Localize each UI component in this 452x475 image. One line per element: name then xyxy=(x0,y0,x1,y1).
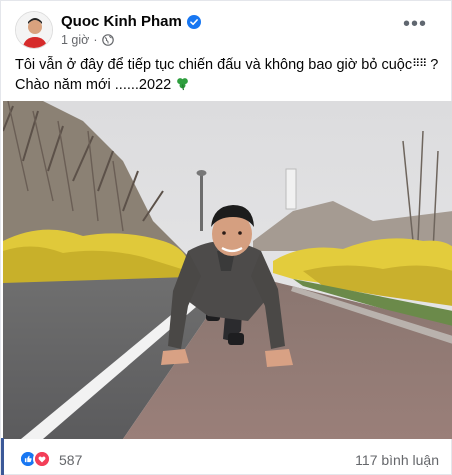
author-name-text[interactable]: Quoc Kinh Pham xyxy=(61,13,182,30)
more-options-icon[interactable]: ••• xyxy=(403,14,427,34)
love-reaction-icon xyxy=(33,450,51,468)
post-text-second: Chào năm mới ......2022 xyxy=(15,76,172,93)
post-text: Tôi vẫn ở đây để tiếp tục chiến đấu và k… xyxy=(15,55,440,95)
post-text-line-2: Chào năm mới ......2022 xyxy=(15,76,440,96)
clover-emoji-icon xyxy=(177,77,189,90)
comment-count-link[interactable]: 117 bình luận xyxy=(355,452,439,468)
post-footer: 587 117 bình luận xyxy=(1,441,452,475)
reaction-icons[interactable] xyxy=(19,450,51,468)
emoji-dots: ⠿⠿ xyxy=(412,58,427,70)
verified-badge-icon xyxy=(186,14,201,29)
post-meta: 1 giờ · xyxy=(61,33,114,47)
reaction-count[interactable]: 587 xyxy=(59,452,82,468)
post-time[interactable]: 1 giờ xyxy=(61,33,89,47)
post-text-line-1: Tôi vẫn ở đây để tiếp tục chiến đấu và k… xyxy=(15,55,440,76)
post-photo-image xyxy=(3,101,452,439)
post-text-end: ? xyxy=(430,57,439,73)
meta-separator: · xyxy=(93,33,98,47)
author-name[interactable]: Quoc Kinh Pham xyxy=(61,13,201,30)
globe-icon xyxy=(101,34,114,46)
author-avatar[interactable] xyxy=(15,11,53,49)
post-text-main: Tôi vẫn ở đây để tiếp tục chiến đấu và k… xyxy=(15,57,413,73)
post-photo[interactable] xyxy=(3,101,452,439)
facebook-post: Quoc Kinh Pham 1 giờ · ••• Tôi vẫn ở đây… xyxy=(0,0,452,475)
